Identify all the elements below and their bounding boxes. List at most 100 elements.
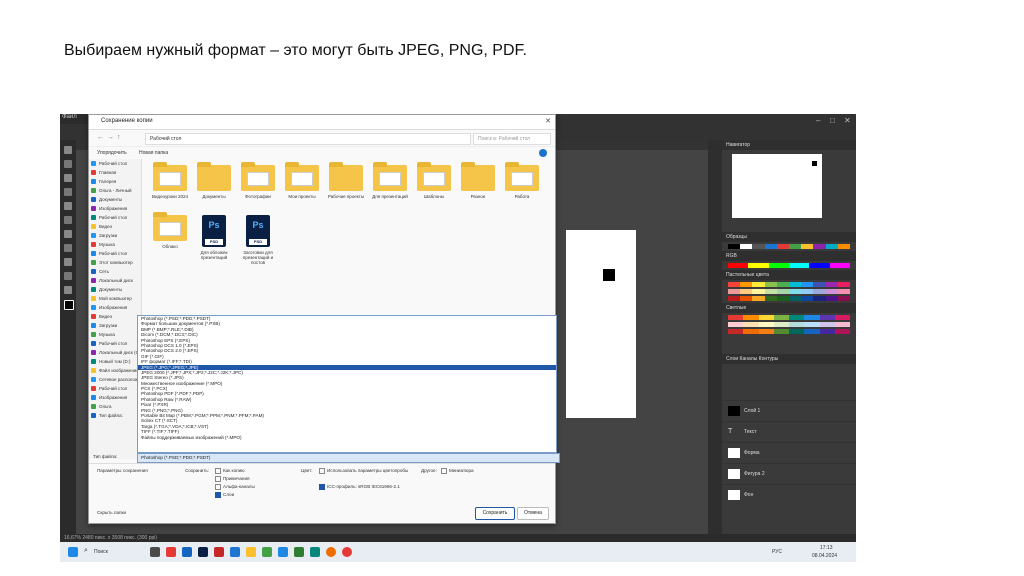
eraser-tool-icon[interactable] xyxy=(64,216,72,224)
layer-row[interactable]: Фон xyxy=(722,484,856,505)
nav-pane-item[interactable]: Галерея xyxy=(89,177,141,186)
notes-checkbox[interactable]: Примечания xyxy=(215,476,250,482)
app-icon[interactable] xyxy=(310,547,320,557)
folder-item[interactable]: Для презентаций xyxy=(369,162,411,199)
marquee-tool-icon[interactable] xyxy=(64,160,72,168)
nav-pane-item[interactable]: Мой компьютер xyxy=(89,294,141,303)
nav-pane-item[interactable]: Изображения xyxy=(89,204,141,213)
text-tool-icon[interactable] xyxy=(64,244,72,252)
hide-folders-toggle[interactable]: Скрыть папки xyxy=(97,510,126,515)
nav-pane-item[interactable]: Рабочий стол xyxy=(89,159,141,168)
app-icon[interactable] xyxy=(214,547,224,557)
search-input[interactable]: Поиск в: Рабочий стол xyxy=(473,133,551,145)
copy-checkbox[interactable]: Как копию xyxy=(215,468,245,474)
new-folder-button[interactable]: Новая папка xyxy=(139,150,168,156)
swatch-row[interactable] xyxy=(728,244,851,249)
nav-pane-item[interactable]: Документы xyxy=(89,195,141,204)
shape-tool-icon[interactable] xyxy=(64,258,72,266)
photoshop-menu-file[interactable]: Файл xyxy=(60,114,90,124)
hand-tool-icon[interactable] xyxy=(64,272,72,280)
folder-item[interactable]: Видеоуроки 2024 xyxy=(149,162,191,199)
clock-time[interactable]: 17:13 xyxy=(820,545,833,551)
app-icon[interactable] xyxy=(150,547,160,557)
nav-pane-item[interactable]: Загрузки xyxy=(89,231,141,240)
navigator-preview[interactable] xyxy=(732,154,822,218)
swatch-group-pastel[interactable]: Пастельные цвета xyxy=(722,270,856,280)
photoshop-icon[interactable] xyxy=(198,547,208,557)
nav-pane-item[interactable]: Документы xyxy=(89,285,141,294)
format-option[interactable]: Файлы поддерживаемых изображений (*.MPO) xyxy=(138,435,556,440)
psd-file-item[interactable]: Ps PSD Для обложек презентаций xyxy=(193,215,235,260)
nav-pane-item[interactable]: Сетевое расположение xyxy=(89,375,141,384)
nav-pane-item[interactable]: Тип файла: xyxy=(89,411,141,420)
document-canvas[interactable] xyxy=(566,230,636,418)
save-button[interactable]: Сохранить xyxy=(475,507,515,520)
gradient-tool-icon[interactable] xyxy=(64,230,72,238)
nav-pane-item[interactable]: Ольга xyxy=(89,402,141,411)
thumbnail-checkbox[interactable]: Миниатюра xyxy=(441,468,474,474)
app-icon[interactable] xyxy=(182,547,192,557)
nav-pane-item[interactable]: Загрузки xyxy=(89,321,141,330)
nav-pane-item[interactable]: Новый том (D:) xyxy=(89,357,141,366)
format-select[interactable]: Photoshop (*.PSD;*.PDD;*.PSDT) xyxy=(137,453,560,463)
lasso-tool-icon[interactable] xyxy=(64,174,72,182)
nav-pane-item[interactable]: Этот компьютер xyxy=(89,258,141,267)
foreground-color-icon[interactable] xyxy=(64,300,74,310)
layers-checkbox[interactable]: Слои xyxy=(215,492,234,498)
format-dropdown-list[interactable]: Photoshop (*.PSD;*.PDD;*.PSDT) Формат бол… xyxy=(137,315,557,453)
nav-pane-item[interactable]: Изображения xyxy=(89,303,141,312)
folder-icon[interactable] xyxy=(246,547,256,557)
close-icon[interactable]: ✕ xyxy=(545,117,551,125)
folder-item[interactable]: Фотографии xyxy=(237,162,279,199)
app-icon[interactable] xyxy=(230,547,240,557)
windows-start-icon[interactable] xyxy=(68,547,78,557)
folder-item[interactable]: Рабочие проекты xyxy=(325,162,367,199)
nav-pane-item[interactable]: Файл изображения xyxy=(89,366,141,375)
nav-pane-item[interactable]: Локальный диск (C:) xyxy=(89,348,141,357)
folder-item[interactable]: Шаблоны xyxy=(413,162,455,199)
close-icon[interactable]: ✕ xyxy=(844,116,851,125)
nav-pane-item[interactable]: Видео xyxy=(89,222,141,231)
layer-row[interactable]: Форма xyxy=(722,442,856,463)
layer-row[interactable]: Фигура 2 xyxy=(722,463,856,484)
nav-pane-item[interactable]: Ольга - Личный xyxy=(89,186,141,195)
nav-arrows-icon[interactable]: ←→↑ xyxy=(97,134,124,141)
proof-checkbox[interactable]: Использовать параметры цветопробы xyxy=(319,468,408,474)
taskbar-search-label[interactable]: Поиск xyxy=(94,549,108,555)
address-bar[interactable]: Рабочий стол xyxy=(145,133,471,145)
swatch-group-light[interactable]: Светлые xyxy=(722,303,856,313)
nav-pane-item[interactable]: Главная xyxy=(89,168,141,177)
app-icon[interactable] xyxy=(294,547,304,557)
nav-pane-item[interactable]: Изображения xyxy=(89,393,141,402)
folder-item[interactable]: Документы xyxy=(193,162,235,199)
app-icon[interactable] xyxy=(342,547,352,557)
folder-item[interactable]: Работа xyxy=(501,162,543,199)
folder-item[interactable]: Мои проекты xyxy=(281,162,323,199)
nav-pane-item[interactable]: Музыка xyxy=(89,330,141,339)
nav-pane-item[interactable]: Музыка xyxy=(89,240,141,249)
brush-tool-icon[interactable] xyxy=(64,202,72,210)
zoom-tool-icon[interactable] xyxy=(64,286,72,294)
nav-pane-item[interactable]: Рабочий стол xyxy=(89,213,141,222)
chrome-icon[interactable] xyxy=(326,547,336,557)
organize-button[interactable]: Упорядочить xyxy=(97,150,127,156)
cancel-button[interactable]: Отмена xyxy=(517,507,549,520)
layers-tabs[interactable]: Слои Каналы Контуры xyxy=(722,354,856,364)
nav-pane-item[interactable]: Рабочий стол xyxy=(89,339,141,348)
crop-tool-icon[interactable] xyxy=(64,188,72,196)
navigator-header[interactable]: Навигатор xyxy=(722,140,856,150)
search-icon[interactable]: ⌕ xyxy=(84,547,94,557)
help-icon[interactable] xyxy=(539,149,547,157)
nav-pane-item[interactable]: Сеть xyxy=(89,267,141,276)
swatches-header[interactable]: Образцы xyxy=(722,232,856,242)
app-icon[interactable] xyxy=(166,547,176,557)
clock-date[interactable]: 08.04.2024 xyxy=(812,553,837,559)
nav-pane-item[interactable]: Видео xyxy=(89,312,141,321)
nav-pane-item[interactable]: Рабочий стол xyxy=(89,384,141,393)
layer-row[interactable]: Слой 1 xyxy=(722,400,856,421)
alpha-checkbox[interactable]: Альфа-каналы xyxy=(215,484,255,490)
minimize-icon[interactable]: – xyxy=(816,116,820,125)
psd-file-item[interactable]: Ps PSD Заготовки для презентаций и постов xyxy=(237,215,279,265)
layer-row[interactable]: T Текст xyxy=(722,421,856,442)
app-icon[interactable] xyxy=(262,547,272,557)
